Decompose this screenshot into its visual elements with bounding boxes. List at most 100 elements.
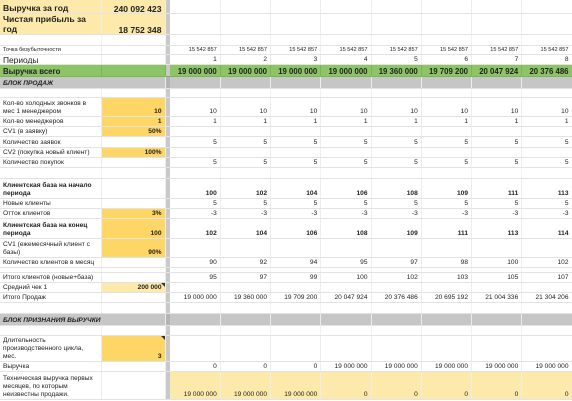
value-cell[interactable]: 5 [170, 136, 221, 148]
value-cell[interactable]: 106 [320, 178, 372, 199]
value-cell[interactable]: 1 [421, 116, 473, 127]
empty-cell[interactable] [101, 88, 166, 98]
value-cell[interactable]: 1 [220, 116, 272, 127]
value-cell[interactable]: 5 [471, 198, 523, 209]
value-cell[interactable]: 103 [421, 271, 473, 283]
value-cell[interactable] [320, 147, 372, 158]
value-cell[interactable]: 15 542 857 [471, 45, 523, 55]
value-cell[interactable]: 5 [521, 136, 572, 148]
value-cell[interactable]: 5 [220, 136, 272, 148]
empty-cell[interactable] [0, 167, 102, 179]
empty-cell[interactable] [0, 302, 102, 314]
value-cell[interactable]: 113 [471, 218, 523, 239]
empty-cell[interactable] [371, 313, 422, 326]
value-cell[interactable]: 5 [270, 198, 322, 209]
value-cell[interactable]: 1 [371, 116, 422, 127]
value-cell[interactable] [521, 282, 572, 293]
value-cell[interactable]: -3 [471, 208, 523, 219]
value-cell[interactable]: 19 709 200 [421, 64, 473, 77]
value-cell[interactable]: 99 [270, 271, 322, 283]
empty-cell[interactable] [0, 325, 102, 336]
empty-cell[interactable] [320, 13, 372, 35]
empty-cell[interactable] [471, 34, 523, 46]
empty-cell[interactable] [220, 34, 272, 46]
empty-cell[interactable] [320, 88, 372, 98]
value-cell[interactable]: 10 [170, 97, 221, 117]
value-cell[interactable]: 10 [270, 97, 322, 117]
empty-cell[interactable] [0, 34, 102, 46]
profit-year-value[interactable]: 18 752 348 [101, 13, 166, 35]
value-cell[interactable]: 5 [421, 136, 473, 148]
value-cell[interactable]: -3 [320, 208, 372, 219]
empty-cell[interactable] [521, 325, 572, 336]
empty-cell[interactable] [101, 167, 166, 179]
value-cell[interactable]: 102 [521, 257, 572, 268]
value-cell[interactable]: 20 047 924 [471, 64, 523, 77]
value-cell[interactable]: 0 [371, 371, 422, 400]
empty-cell[interactable] [170, 325, 221, 336]
empty-cell[interactable] [220, 76, 272, 89]
value-cell[interactable]: 15 542 857 [220, 45, 272, 55]
input-cell[interactable] [101, 257, 166, 268]
empty-cell[interactable] [270, 325, 322, 336]
value-cell[interactable] [320, 238, 372, 258]
value-cell[interactable]: 5 [371, 136, 422, 148]
value-cell[interactable] [371, 147, 422, 158]
empty-cell[interactable] [421, 0, 473, 14]
empty-cell[interactable] [471, 88, 523, 98]
value-cell[interactable]: 109 [421, 178, 473, 199]
input-cell[interactable] [101, 361, 166, 372]
value-cell[interactable]: 6 [421, 54, 473, 65]
value-cell[interactable]: 19 000 000 [220, 64, 272, 77]
input-cell[interactable]: 100% [101, 147, 166, 158]
empty-cell[interactable] [220, 88, 272, 98]
empty-cell[interactable] [471, 325, 523, 336]
value-cell[interactable]: 5 [421, 198, 473, 209]
value-cell[interactable]: 100 [170, 178, 221, 199]
value-cell[interactable]: 19 000 000 [170, 292, 221, 303]
empty-cell[interactable] [220, 167, 272, 179]
empty-cell[interactable] [371, 167, 422, 179]
empty-cell[interactable] [170, 167, 221, 179]
empty-cell[interactable] [170, 88, 221, 98]
empty-cell[interactable] [421, 313, 473, 326]
value-cell[interactable] [320, 126, 372, 137]
value-cell[interactable]: 5 [371, 198, 422, 209]
value-cell[interactable] [471, 335, 523, 362]
empty-cell[interactable] [521, 76, 572, 89]
value-cell[interactable]: 0 [220, 361, 272, 372]
value-cell[interactable]: 10 [371, 97, 422, 117]
value-cell[interactable]: 5 [371, 54, 422, 65]
empty-cell[interactable] [170, 302, 221, 314]
input-cell[interactable]: 90% [101, 238, 166, 258]
value-cell[interactable]: 19 000 000 [220, 371, 272, 400]
value-cell[interactable]: 95 [320, 257, 372, 268]
value-cell[interactable]: 8 [521, 54, 572, 65]
value-cell[interactable]: 5 [320, 136, 372, 148]
value-cell[interactable]: 114 [521, 218, 572, 239]
empty-cell[interactable] [471, 313, 523, 326]
empty-cell[interactable] [371, 13, 422, 35]
value-cell[interactable]: 1 [170, 54, 221, 65]
input-cell[interactable] [101, 371, 166, 400]
input-cell[interactable]: 50% [101, 126, 166, 137]
empty-cell[interactable] [320, 302, 372, 314]
empty-cell[interactable] [220, 0, 272, 14]
empty-cell[interactable] [421, 88, 473, 98]
value-cell[interactable]: -3 [220, 208, 272, 219]
value-cell[interactable]: 2 [220, 54, 272, 65]
value-cell[interactable]: 5 [421, 157, 473, 168]
value-cell[interactable]: 20 695 192 [421, 292, 473, 303]
value-cell[interactable] [220, 335, 272, 362]
value-cell[interactable]: 106 [270, 218, 322, 239]
empty-cell[interactable] [371, 0, 422, 14]
empty-cell[interactable] [101, 325, 166, 336]
value-cell[interactable]: 3 [270, 54, 322, 65]
empty-cell[interactable] [270, 76, 322, 89]
value-cell[interactable] [421, 238, 473, 258]
value-cell[interactable]: 15 542 857 [371, 45, 422, 55]
input-cell[interactable]: 1 [101, 116, 166, 127]
value-cell[interactable]: 5 [471, 157, 523, 168]
value-cell[interactable]: 100 [471, 257, 523, 268]
input-cell[interactable] [101, 136, 166, 148]
